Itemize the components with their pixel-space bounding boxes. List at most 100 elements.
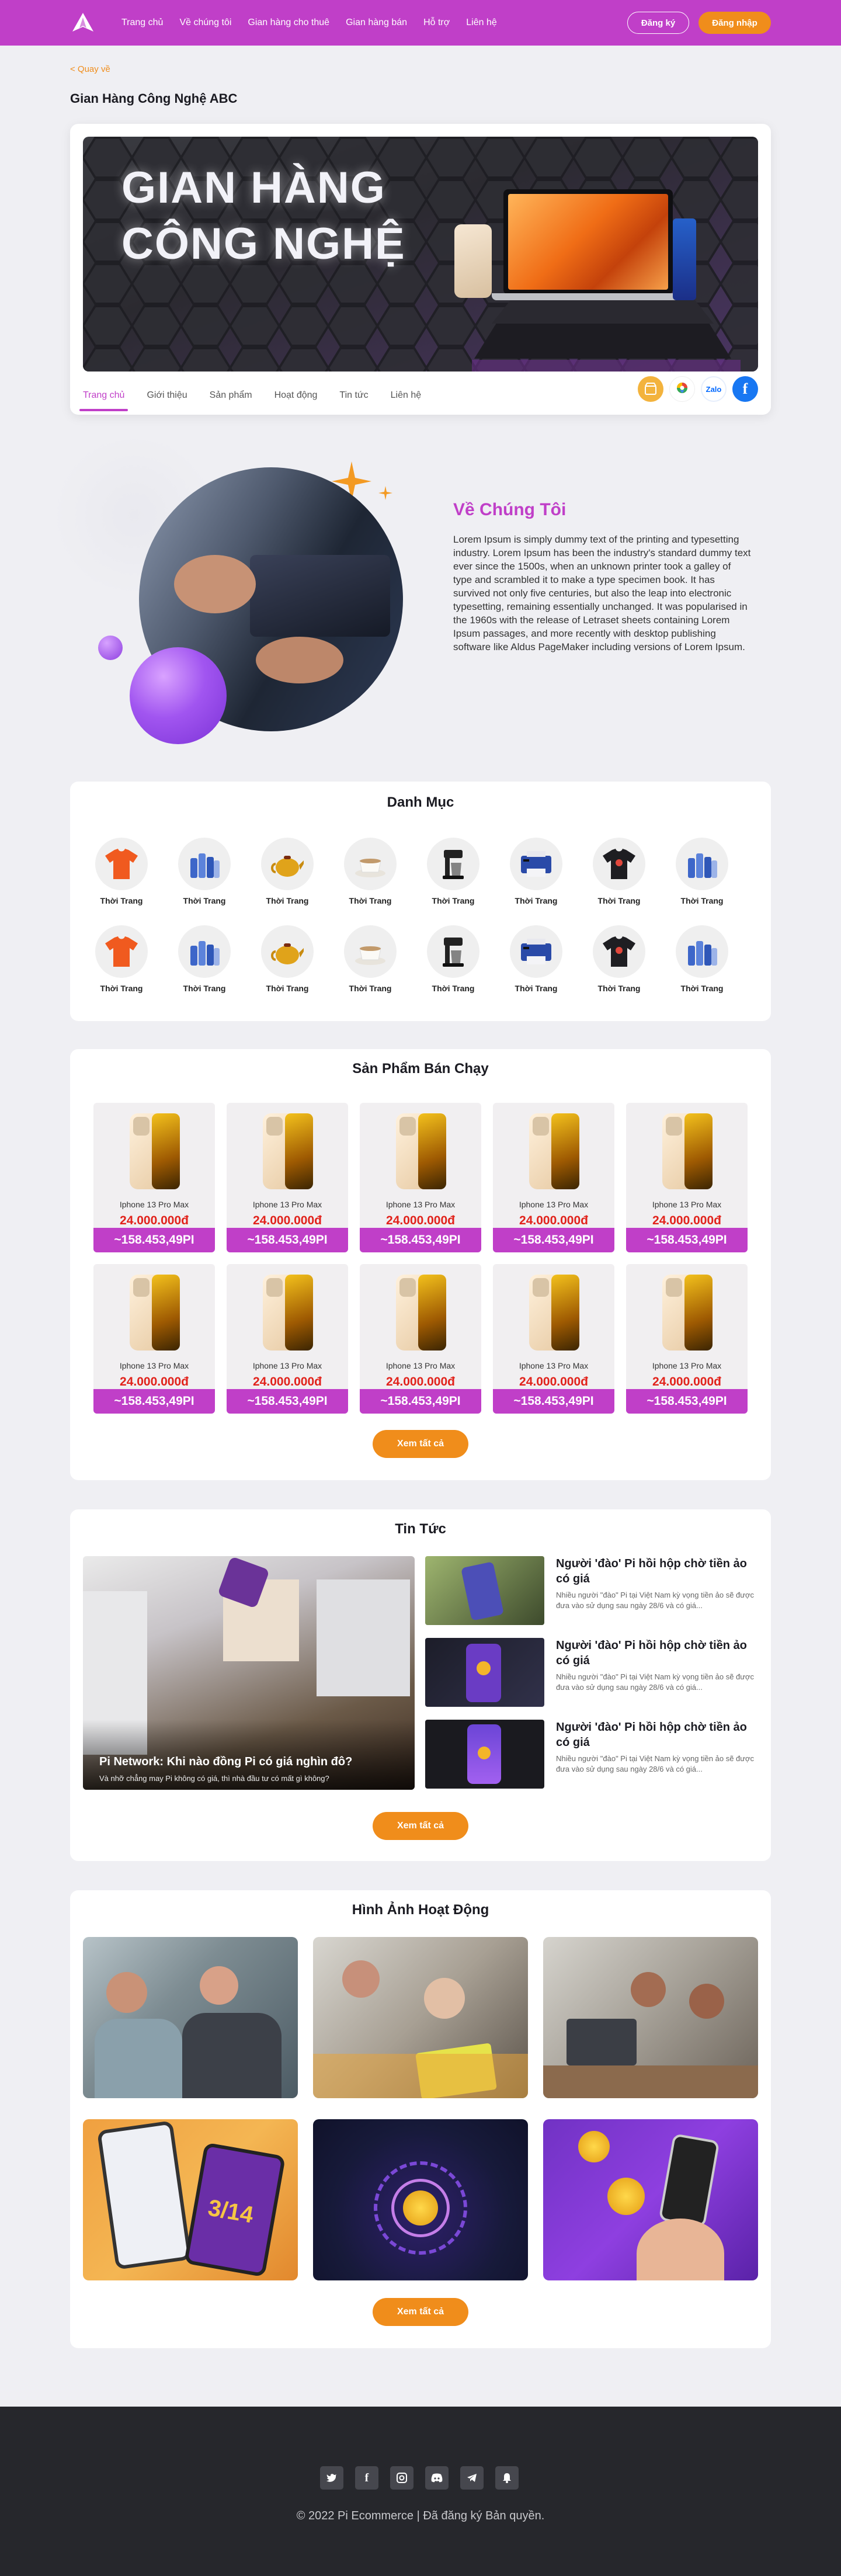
category-item[interactable]: Thời Trang	[504, 838, 568, 905]
nav-contact[interactable]: Liên hệ	[466, 18, 497, 28]
product-image	[263, 1113, 313, 1189]
nav-about[interactable]: Về chúng tôi	[179, 18, 231, 28]
news-item[interactable]: Người 'đào' Pi hồi hộp chờ tiền ảo có gi…	[425, 1556, 758, 1625]
facebook-icon[interactable]: f	[732, 376, 758, 402]
product-card[interactable]: Iphone 13 Pro Max 24.000.000đ ~158.453,49P…	[493, 1264, 614, 1414]
category-item[interactable]: Thời Trang	[255, 925, 319, 993]
site-header: Trang chủ Về chúng tôi Gian hàng cho thu…	[0, 0, 841, 46]
nav-sale-stores[interactable]: Gian hàng bán	[346, 18, 407, 28]
logo-icon[interactable]	[70, 12, 96, 34]
category-item[interactable]: Thời Trang	[670, 925, 734, 993]
category-item[interactable]: Thời Trang	[255, 838, 319, 905]
orange-tshirt-icon	[95, 925, 148, 978]
category-item[interactable]: Thời Trang	[172, 838, 237, 905]
twitter-icon[interactable]	[320, 2466, 343, 2490]
register-button[interactable]: Đăng ký	[627, 12, 689, 34]
zalo-icon[interactable]: Zalo	[701, 376, 727, 402]
telegram-icon[interactable]	[460, 2466, 484, 2490]
category-item[interactable]: Thời Trang	[338, 838, 402, 905]
product-card[interactable]: Iphone 13 Pro Max 24.000.000đ ~158.453,49P…	[93, 1103, 215, 1252]
category-label: Thời Trang	[349, 984, 392, 993]
product-price: 24.000.000đ	[120, 1214, 189, 1227]
tab-home[interactable]: Trang chủ	[79, 383, 128, 411]
product-card[interactable]: Iphone 13 Pro Max 24.000.000đ ~158.453,49P…	[360, 1264, 481, 1414]
tab-contact[interactable]: Liên hệ	[391, 383, 422, 411]
category-item[interactable]: Thời Trang	[89, 925, 154, 993]
product-pi-price: ~158.453,49PI	[360, 1228, 481, 1252]
bestsellers-more-button[interactable]: Xem tất cả	[373, 1430, 468, 1458]
nav-support[interactable]: Hỗ trợ	[423, 18, 450, 28]
product-card[interactable]: Iphone 13 Pro Max 24.000.000đ ~158.453,49P…	[227, 1264, 348, 1414]
discord-icon[interactable]	[425, 2466, 449, 2490]
product-name: Iphone 13 Pro Max	[652, 1361, 722, 1370]
news-more-button[interactable]: Xem tất cả	[373, 1812, 468, 1840]
login-button[interactable]: Đăng nhập	[698, 12, 771, 34]
purple-ball-small	[98, 636, 123, 660]
tab-intro[interactable]: Giới thiệu	[147, 383, 187, 411]
gallery-image[interactable]	[313, 2119, 528, 2280]
product-price: 24.000.000đ	[120, 1375, 189, 1388]
category-item[interactable]: Thời Trang	[670, 838, 734, 905]
product-card[interactable]: Iphone 13 Pro Max 24.000.000đ ~158.453,49P…	[493, 1103, 614, 1252]
tab-activities[interactable]: Hoạt động	[274, 383, 318, 411]
gallery-image[interactable]: 3/14	[83, 2119, 298, 2280]
gallery-image[interactable]	[543, 1937, 758, 2098]
gallery-image[interactable]	[313, 1937, 528, 2098]
category-label: Thời Trang	[100, 984, 143, 993]
news-item[interactable]: Người 'đào' Pi hồi hộp chờ tiền ảo có gi…	[425, 1720, 758, 1789]
product-price: 24.000.000đ	[652, 1375, 721, 1388]
nav-rent-stores[interactable]: Gian hàng cho thuê	[248, 18, 329, 28]
bestsellers-section: Sản Phẩm Bán Chạy Iphone 13 Pro Max 24.00…	[70, 1049, 771, 1480]
gallery-image[interactable]	[543, 2119, 758, 2280]
shop-hero-card: GIAN HÀNG CÔNG NGHỆ Trang chủ Giới thiệu…	[70, 124, 771, 415]
product-image	[662, 1113, 713, 1189]
product-name: Iphone 13 Pro Max	[119, 1200, 189, 1209]
category-label: Thời Trang	[183, 984, 226, 993]
water-bottles-icon	[676, 838, 728, 890]
tab-products[interactable]: Sản phẩm	[210, 383, 252, 411]
facebook-icon[interactable]: f	[355, 2466, 378, 2490]
gallery-more-button[interactable]: Xem tất cả	[373, 2298, 468, 2326]
google-maps-icon[interactable]	[669, 376, 695, 402]
product-image	[263, 1275, 313, 1351]
product-image	[529, 1113, 579, 1189]
news-item-desc: Nhiều người "đào" Pi tại Việt Nam kỳ vọn…	[556, 1754, 755, 1773]
product-pi-price: ~158.453,49PI	[227, 1228, 348, 1252]
category-item[interactable]: Thời Trang	[172, 925, 237, 993]
featured-news-title: Pi Network: Khi nào đồng Pi có giá nghìn…	[99, 1755, 353, 1768]
product-card[interactable]: Iphone 13 Pro Max 24.000.000đ ~158.453,49P…	[227, 1103, 348, 1252]
category-item[interactable]: Thời Trang	[587, 925, 651, 993]
category-item[interactable]: Thời Trang	[338, 925, 402, 993]
product-card[interactable]: Iphone 13 Pro Max 24.000.000đ ~158.453,49P…	[93, 1264, 215, 1414]
back-link[interactable]: < Quay về	[70, 64, 110, 74]
product-card[interactable]: Iphone 13 Pro Max 24.000.000đ ~158.453,49P…	[626, 1103, 748, 1252]
tab-news[interactable]: Tin tức	[339, 383, 368, 411]
product-name: Iphone 13 Pro Max	[519, 1361, 589, 1370]
product-card[interactable]: Iphone 13 Pro Max 24.000.000đ ~158.453,49P…	[626, 1264, 748, 1414]
category-label: Thời Trang	[597, 984, 641, 993]
category-label: Thời Trang	[349, 896, 392, 905]
product-name: Iphone 13 Pro Max	[119, 1361, 189, 1370]
category-item[interactable]: Thời Trang	[421, 925, 485, 993]
product-name: Iphone 13 Pro Max	[519, 1200, 589, 1209]
product-pi-price: ~158.453,49PI	[360, 1389, 481, 1414]
category-item[interactable]: Thời Trang	[587, 838, 651, 905]
nav-home[interactable]: Trang chủ	[121, 18, 163, 28]
instagram-icon[interactable]	[390, 2466, 413, 2490]
featured-news[interactable]: Pi Network: Khi nào đồng Pi có giá nghìn…	[83, 1556, 415, 1790]
category-item[interactable]: Thời Trang	[504, 925, 568, 993]
product-image	[662, 1275, 713, 1351]
category-label: Thời Trang	[680, 984, 724, 993]
store-icon[interactable]	[638, 376, 663, 402]
news-item-desc: Nhiều người "đào" Pi tại Việt Nam kỳ vọn…	[556, 1591, 755, 1610]
water-bottles-icon	[676, 925, 728, 978]
printer-icon	[510, 838, 562, 890]
category-item[interactable]: Thời Trang	[89, 838, 154, 905]
notification-icon[interactable]	[495, 2466, 519, 2490]
category-label: Thời Trang	[266, 984, 309, 993]
about-text: Lorem Ipsum is simply dummy text of the …	[453, 534, 751, 652]
product-card[interactable]: Iphone 13 Pro Max 24.000.000đ ~158.453,49P…	[360, 1103, 481, 1252]
category-item[interactable]: Thời Trang	[421, 838, 485, 905]
gallery-image[interactable]	[83, 1937, 298, 2098]
news-item[interactable]: Người 'đào' Pi hồi hộp chờ tiền ảo có gi…	[425, 1638, 758, 1707]
